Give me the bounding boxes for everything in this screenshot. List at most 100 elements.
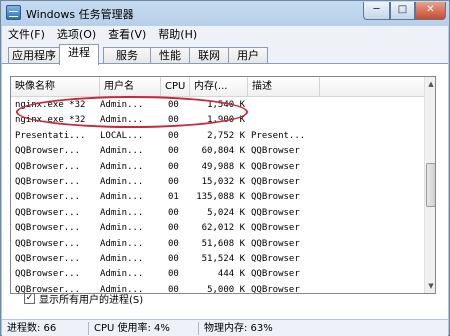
scroll-up-icon[interactable]: ▲	[425, 77, 435, 91]
status-bar: 进程数: 66 CPU 使用率: 4% 物理内存: 63%	[2, 319, 448, 336]
status-divider	[198, 322, 199, 335]
description-cell: QQBrowser	[251, 192, 300, 203]
process-name-cell: nginx.exe *32	[15, 100, 86, 110]
show-all-users-label[interactable]: 显示所有用户的进程(S)	[39, 291, 143, 306]
cpu-cell: 00	[168, 161, 179, 172]
memory-cell: 2,752 K	[207, 130, 245, 141]
process-rows: nginx.exe *32 Admin... 00 1,540 Knginx.exe …	[11, 98, 424, 294]
user-name-cell: Admin...	[100, 146, 144, 157]
cpu-cell: 00	[168, 253, 179, 264]
memory-cell: 49,988 K	[201, 161, 245, 172]
column-cpu[interactable]: CPU	[161, 77, 190, 97]
process-name-cell: QQBrowser...	[15, 207, 81, 218]
user-name-cell: Admin...	[100, 100, 144, 110]
user-name-cell: Admin...	[100, 253, 144, 264]
cpu-cell: 00	[168, 115, 179, 126]
tab-processes[interactable]: 进程	[59, 44, 99, 65]
cpu-cell: 00	[168, 207, 179, 218]
table-row[interactable]: QQBrowser... Admin... 00 62,012 K QQBrowser	[11, 221, 424, 236]
table-row[interactable]: nginx.exe *32 Admin... 00 1,900 K	[11, 113, 424, 128]
description-cell: QQBrowser	[251, 269, 300, 280]
table-row[interactable]: QQBrowser... Admin... 00 51,608 K QQBrowser	[11, 237, 424, 252]
menu-view[interactable]: 查看(V)	[102, 26, 152, 44]
memory-cell: 1,900 K	[207, 115, 245, 126]
process-name-cell: QQBrowser...	[15, 192, 81, 203]
cpu-cell: 00	[168, 100, 179, 110]
maximize-button[interactable]: □	[390, 2, 415, 20]
process-list[interactable]: 映像名称 用户名 CPU 内存(... 描述 nginx.exe *32 Admi…	[10, 76, 436, 294]
process-name-cell: nginx.exe *32	[15, 115, 86, 126]
scroll-thumb[interactable]	[426, 163, 435, 207]
description-cell: QQBrowser	[251, 176, 300, 187]
user-name-cell: Admin...	[100, 176, 144, 187]
description-cell	[251, 98, 321, 113]
column-user-name[interactable]: 用户名	[100, 77, 161, 97]
column-memory[interactable]: 内存(...	[190, 77, 248, 97]
menu-bar: 文件(F) 选项(O) 查看(V) 帮助(H)	[2, 26, 448, 44]
memory-cell: 5,024 K	[207, 207, 245, 218]
process-name-cell: QQBrowser...	[15, 176, 81, 187]
cpu-cell: 00	[168, 130, 179, 141]
process-name-cell: QQBrowser...	[15, 269, 81, 280]
table-row[interactable]: QQBrowser... Admin... 00 15,032 K QQBrowser	[11, 175, 424, 190]
process-name-cell: Presentati...	[15, 130, 86, 141]
user-name-cell: Admin...	[100, 223, 144, 234]
memory-cell: 15,032 K	[201, 176, 245, 187]
minimize-button[interactable]: ─	[363, 2, 390, 20]
column-description[interactable]: 描述	[248, 77, 320, 97]
scroll-down-icon[interactable]: ▼	[425, 279, 435, 293]
memory-cell: 51,608 K	[201, 238, 245, 249]
menu-help[interactable]: 帮助(H)	[152, 26, 203, 44]
tab-strip: 应用程序 进程 服务 性能 联网 用户	[2, 44, 448, 65]
user-name-cell: Admin...	[100, 207, 144, 218]
memory-cell: 60,804 K	[201, 146, 245, 157]
memory-cell: 5,000 K	[207, 284, 245, 294]
process-name-cell: QQBrowser...	[15, 238, 81, 249]
status-cpu-usage: CPU 使用率: 4%	[94, 323, 170, 334]
cpu-cell: 01	[168, 192, 179, 203]
table-row[interactable]: QQBrowser... Admin... 01 135,088 K QQBrowser	[11, 190, 424, 205]
window-title: Windows 任务管理器	[26, 8, 134, 21]
description-cell: Present...	[251, 130, 306, 141]
table-row[interactable]: QQBrowser... Admin... 00 49,988 K QQBrowser	[11, 160, 424, 175]
description-cell: QQBrowser	[251, 284, 300, 294]
memory-cell: 1,540 K	[207, 100, 245, 110]
show-all-users-checkbox[interactable]: ✓	[24, 292, 35, 304]
task-manager-window: Windows 任务管理器 ─ □ ✕ 文件(F) 选项(O) 查看(V) 帮助…	[0, 0, 450, 336]
menu-file[interactable]: 文件(F)	[2, 26, 51, 44]
description-cell: QQBrowser	[251, 238, 300, 249]
user-name-cell: LOCAL...	[100, 130, 144, 141]
column-image-name[interactable]: 映像名称	[11, 77, 100, 97]
cpu-cell: 00	[168, 146, 179, 157]
task-manager-icon	[6, 5, 21, 20]
table-row[interactable]: QQBrowser... Admin... 00 51,524 K QQBrowser	[11, 252, 424, 267]
table-row[interactable]: QQBrowser... Admin... 00 60,804 K QQBrowser	[11, 144, 424, 159]
description-cell	[251, 113, 321, 128]
table-row[interactable]: QQBrowser... Admin... 00 5,024 K QQBrowser	[11, 206, 424, 221]
description-cell: QQBrowser	[251, 207, 300, 218]
status-physical-memory: 物理内存: 63%	[204, 323, 273, 334]
title-bar[interactable]: Windows 任务管理器 ─ □ ✕	[1, 1, 449, 25]
memory-cell: 62,012 K	[201, 223, 245, 234]
table-row[interactable]: QQBrowser... Admin... 00 444 K QQBrowser	[11, 267, 424, 282]
close-button[interactable]: ✕	[415, 2, 446, 20]
vertical-scrollbar[interactable]: ▲ ▼	[424, 77, 435, 293]
table-row[interactable]: Presentati... LOCAL... 00 2,752 K Present...	[11, 129, 424, 144]
description-cell: QQBrowser	[251, 253, 300, 264]
process-name-cell: QQBrowser...	[15, 223, 81, 234]
menu-options[interactable]: 选项(O)	[51, 26, 102, 44]
cpu-cell: 00	[168, 223, 179, 234]
memory-cell: 51,524 K	[201, 253, 245, 264]
cpu-cell: 00	[168, 284, 179, 294]
process-name-cell: QQBrowser...	[15, 146, 81, 157]
memory-cell: 135,088 K	[196, 192, 245, 203]
status-process-count: 进程数: 66	[7, 323, 57, 334]
user-name-cell: Admin...	[100, 161, 144, 172]
list-header: 映像名称 用户名 CPU 内存(... 描述	[11, 77, 424, 97]
user-name-cell: Admin...	[100, 115, 144, 126]
process-name-cell: QQBrowser...	[15, 253, 81, 264]
table-row[interactable]: nginx.exe *32 Admin... 00 1,540 K	[11, 98, 424, 113]
user-name-cell: Admin...	[100, 238, 144, 249]
show-all-users-option[interactable]: ✓ 显示所有用户的进程(S)	[24, 291, 143, 306]
description-cell: QQBrowser	[251, 223, 300, 234]
